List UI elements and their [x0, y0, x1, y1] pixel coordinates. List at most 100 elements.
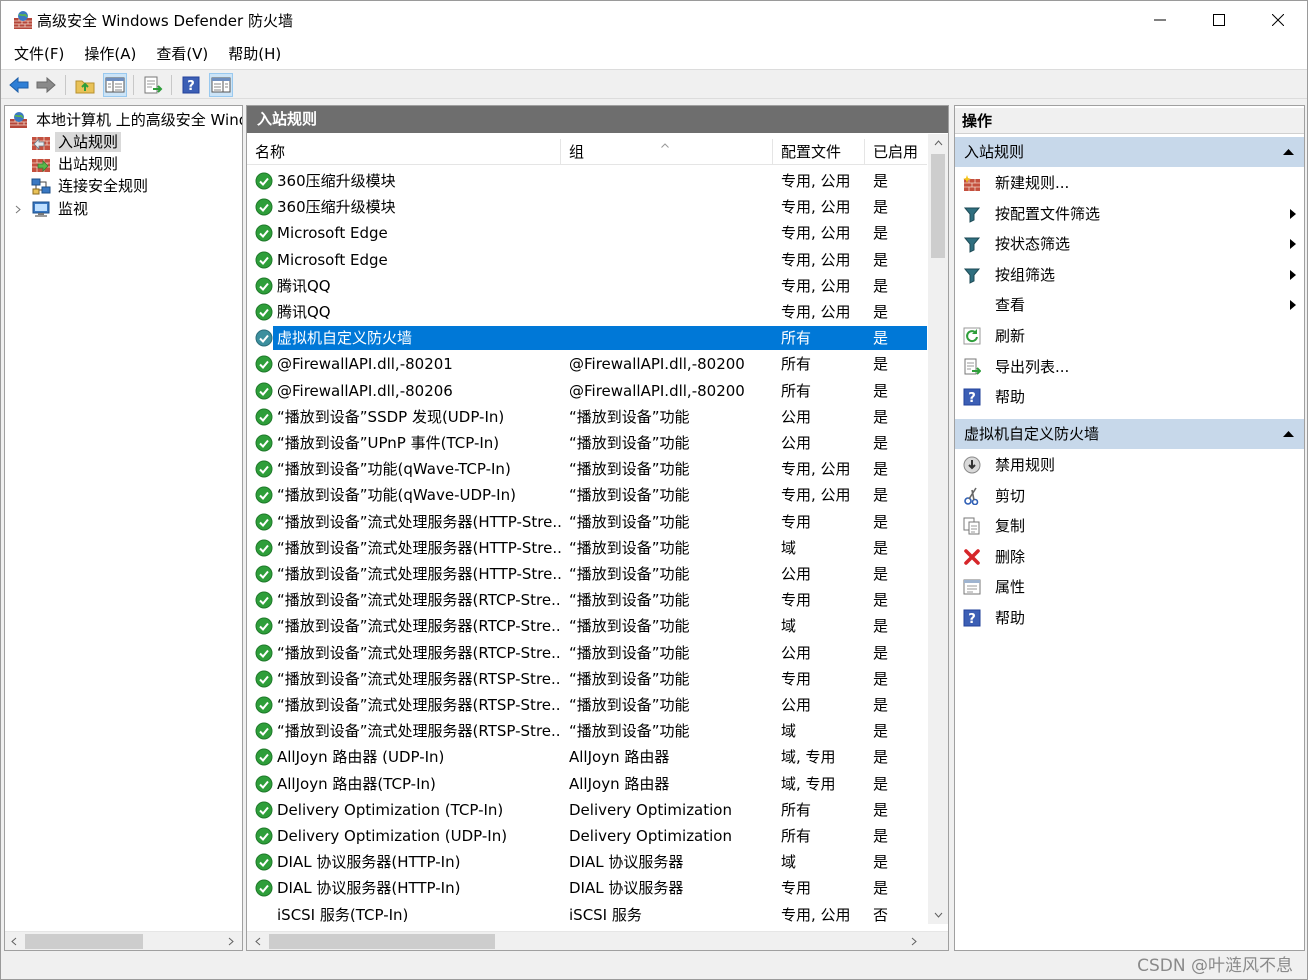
menu-file[interactable]: 文件(F)	[7, 40, 71, 68]
rule-row[interactable]: iSCSI 服务(TCP-In) iSCSI 服务 专用, 公用 否	[247, 902, 927, 928]
rule-allow-icon	[255, 722, 273, 740]
up-folder-icon[interactable]	[73, 73, 97, 97]
rule-row[interactable]: DIAL 协议服务器(HTTP-In) DIAL 协议服务器 专用 是	[247, 875, 927, 901]
toolbar: ?	[1, 69, 1307, 99]
rule-row[interactable]: Microsoft Edge 专用, 公用 是	[247, 220, 927, 246]
column-header-name[interactable]: 名称	[247, 139, 561, 165]
rule-row[interactable]: “播放到设备”功能(qWave-UDP-In) “播放到设备”功能 专用, 公用 是	[247, 482, 927, 508]
action-filter-button[interactable]: 按配置文件筛选	[955, 199, 1304, 229]
minimize-button[interactable]	[1131, 1, 1189, 39]
tree-item-connection-security-rules[interactable]: 连接安全规则	[31, 175, 151, 197]
tree-horizontal-scrollbar[interactable]	[5, 931, 242, 950]
rule-enabled-cell: 是	[873, 303, 889, 321]
scroll-left-icon[interactable]	[5, 932, 23, 950]
rule-group-cell: AllJoyn 路由器	[569, 774, 670, 793]
rule-row[interactable]: “播放到设备”流式处理服务器(RTSP-Stre... “播放到设备”功能 域 是	[247, 718, 927, 744]
rule-row[interactable]: “播放到设备”流式处理服务器(RTSP-Stre... “播放到设备”功能 公用 是	[247, 692, 927, 718]
rule-row[interactable]: 360压缩升级模块 专用, 公用 是	[247, 194, 927, 220]
tree-item-monitoring[interactable]: 监视	[31, 198, 91, 220]
rule-row[interactable]: 腾讯QQ 专用, 公用 是	[247, 299, 927, 325]
close-button[interactable]	[1249, 1, 1307, 39]
column-header-enabled[interactable]: 已启用	[865, 139, 927, 165]
maximize-button[interactable]	[1190, 1, 1248, 39]
scrollbar-thumb[interactable]	[25, 934, 143, 949]
action-view-button[interactable]: 查看	[955, 290, 1304, 320]
forward-icon[interactable]	[34, 73, 58, 97]
rule-name-cell: @FirewallAPI.dll,-80206	[277, 381, 453, 400]
rule-row[interactable]: “播放到设备”流式处理服务器(HTTP-Stre... “播放到设备”功能 公用 是	[247, 561, 927, 587]
scroll-left-icon[interactable]	[249, 932, 267, 950]
rule-name-cell: “播放到设备”流式处理服务器(RTCP-Stre...	[277, 617, 561, 636]
rule-row[interactable]: “播放到设备”SSDP 发现(UDP-In) “播放到设备”功能 公用 是	[247, 404, 927, 430]
scroll-up-icon[interactable]	[928, 134, 948, 152]
actions-section-inbound-rules[interactable]: 入站规则	[955, 137, 1304, 167]
scroll-down-icon[interactable]	[928, 906, 948, 924]
column-header-profile[interactable]: 配置文件	[773, 139, 865, 165]
rule-row[interactable]: @FirewallAPI.dll,-80206 @FirewallAPI.dll,…	[247, 378, 927, 404]
rule-row[interactable]: “播放到设备”UPnP 事件(TCP-In) “播放到设备”功能 公用 是	[247, 430, 927, 456]
action-properties-button[interactable]: 属性	[955, 572, 1304, 602]
rules-vertical-scrollbar[interactable]	[928, 134, 948, 924]
action-copy-button[interactable]: 复制	[955, 511, 1304, 541]
action-delete-button[interactable]: 删除	[955, 542, 1304, 572]
rule-row[interactable]: Delivery Optimization (UDP-In) Delivery O…	[247, 823, 927, 849]
rule-row[interactable]: AllJoyn 路由器 (UDP-In) AllJoyn 路由器 域, 专用 是	[247, 744, 927, 770]
rule-row[interactable]: “播放到设备”功能(qWave-TCP-In) “播放到设备”功能 专用, 公用 是	[247, 456, 927, 482]
rule-row[interactable]: 360压缩升级模块 专用, 公用 是	[247, 168, 927, 194]
rule-row[interactable]: AllJoyn 路由器(TCP-In) AllJoyn 路由器 域, 专用 是	[247, 771, 927, 797]
action-new-rule-button[interactable]: 新建规则...	[955, 168, 1304, 198]
rule-row[interactable]: 腾讯QQ 专用, 公用 是	[247, 273, 927, 299]
rule-row[interactable]: Delivery Optimization (TCP-In) Delivery O…	[247, 797, 927, 823]
export-list-icon[interactable]	[141, 73, 165, 97]
filter-icon	[963, 205, 981, 223]
rule-row[interactable]: “播放到设备”流式处理服务器(RTCP-Stre... “播放到设备”功能 专用 是	[247, 587, 927, 613]
menu-view[interactable]: 查看(V)	[149, 40, 215, 68]
rule-group-cell: “播放到设备”功能	[569, 486, 690, 505]
action-help-button[interactable]: ? 帮助	[955, 382, 1304, 412]
rule-enabled-cell: 是	[873, 250, 889, 269]
action-disable-button[interactable]: 禁用规则	[955, 450, 1304, 480]
scrollbar-thumb[interactable]	[269, 934, 495, 949]
rule-row[interactable]: “播放到设备”流式处理服务器(HTTP-Stre... “播放到设备”功能 专用 是	[247, 509, 927, 535]
action-help-button[interactable]: ? 帮助	[955, 603, 1304, 633]
tree-item-inbound-rules[interactable]: 入站规则	[31, 131, 122, 153]
collapse-up-icon[interactable]	[1283, 419, 1294, 449]
rule-allow-icon	[255, 853, 273, 871]
help-icon[interactable]: ?	[179, 73, 203, 97]
scrollbar-thumb[interactable]	[931, 154, 945, 258]
menu-action[interactable]: 操作(A)	[77, 40, 143, 68]
scroll-right-icon[interactable]	[905, 932, 923, 950]
rule-row[interactable]: “播放到设备”流式处理服务器(RTCP-Stre... “播放到设备”功能 公用 是	[247, 640, 927, 666]
back-icon[interactable]	[7, 73, 31, 97]
rules-horizontal-scrollbar[interactable]	[247, 931, 948, 950]
rule-enabled-cell: 是	[873, 486, 889, 505]
actions-section-selected-rule[interactable]: 虚拟机自定义防火墙	[955, 419, 1304, 449]
menu-help[interactable]: 帮助(H)	[221, 40, 288, 68]
action-cut-button[interactable]: 剪切	[955, 481, 1304, 511]
action-filter-button[interactable]: 按状态筛选	[955, 229, 1304, 259]
rule-row[interactable]: 虚拟机自定义防火墙 所有 是	[247, 325, 927, 351]
rule-allow-icon	[255, 408, 273, 426]
rule-row[interactable]: DIAL 协议服务器(HTTP-In) DIAL 协议服务器 域 是	[247, 849, 927, 875]
action-refresh-button[interactable]: 刷新	[955, 321, 1304, 351]
rule-row[interactable]: “播放到设备”流式处理服务器(RTSP-Stre... “播放到设备”功能 专用 是	[247, 666, 927, 692]
rule-profile-cell: 专用	[781, 591, 812, 610]
tree-item-outbound-rules[interactable]: 出站规则	[31, 153, 121, 175]
tree-root[interactable]: 本地计算机 上的高级安全 Windows Defender 防火墙	[9, 109, 242, 131]
collapse-up-icon[interactable]	[1283, 137, 1294, 167]
action-filter-button[interactable]: 按组筛选	[955, 260, 1304, 290]
rule-row[interactable]: Microsoft Edge 专用, 公用 是	[247, 247, 927, 273]
rule-allow-icon	[255, 696, 273, 714]
window-title: 高级安全 Windows Defender 防火墙	[37, 12, 293, 30]
rule-allow-icon	[255, 539, 273, 557]
show-hide-action-pane-icon[interactable]	[209, 73, 233, 97]
scroll-right-icon[interactable]	[222, 932, 240, 950]
rule-group-cell	[569, 247, 773, 273]
expand-monitoring-chevron-icon[interactable]	[15, 198, 23, 220]
show-hide-tree-icon[interactable]	[103, 73, 127, 97]
action-export-button[interactable]: 导出列表...	[955, 352, 1304, 382]
rule-name-cell: “播放到设备”流式处理服务器(HTTP-Stre...	[277, 512, 561, 531]
rule-row[interactable]: “播放到设备”流式处理服务器(RTCP-Stre... “播放到设备”功能 域 是	[247, 613, 927, 639]
rule-row[interactable]: @FirewallAPI.dll,-80201 @FirewallAPI.dll,…	[247, 351, 927, 377]
rule-row[interactable]: “播放到设备”流式处理服务器(HTTP-Stre... “播放到设备”功能 域 是	[247, 535, 927, 561]
